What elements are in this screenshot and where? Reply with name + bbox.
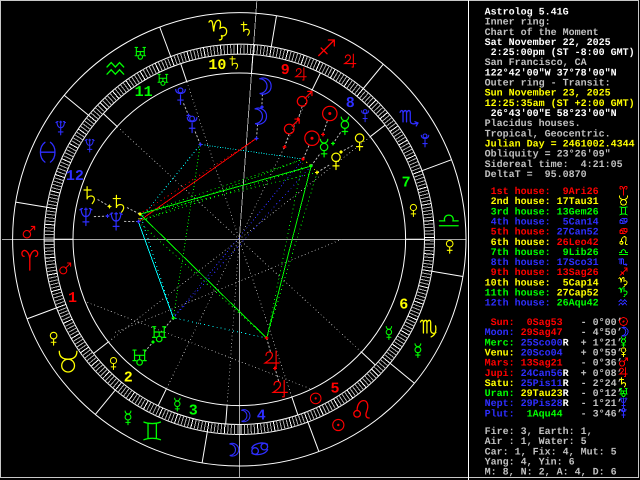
svg-text:+ 0°59’: + 0°59’ xyxy=(581,347,623,359)
svg-text:9th house:: 9th house: xyxy=(485,267,551,279)
svg-text:5: 5 xyxy=(330,381,339,398)
svg-text:6: 6 xyxy=(399,297,408,314)
svg-text:8: 8 xyxy=(346,95,355,112)
svg-text:Chart of the Moment: Chart of the Moment xyxy=(485,27,599,39)
svg-text:4: 4 xyxy=(257,407,266,424)
svg-text:R: R xyxy=(563,399,569,410)
svg-text:12th house:: 12th house: xyxy=(485,298,551,310)
svg-text:- 4°50’: - 4°50’ xyxy=(581,327,623,339)
svg-text:9Ari26: 9Ari26 xyxy=(557,186,599,198)
svg-text:26°43'00"E 58°23'00"N: 26°43'00"E 58°23'00"N xyxy=(485,108,617,120)
svg-text:M: 8, N: 2, A: 4, D: 6: M: 8, N: 2, A: 4, D: 6 xyxy=(485,468,617,479)
svg-text:Plut:: Plut: xyxy=(485,408,515,420)
svg-text:3: 3 xyxy=(189,403,198,420)
svg-text:Sun November 23, 2025: Sun November 23, 2025 xyxy=(485,88,611,100)
svg-text:12: 12 xyxy=(66,168,84,185)
svg-text:- 3°46’: - 3°46’ xyxy=(581,408,623,420)
svg-text:11: 11 xyxy=(135,84,153,101)
svg-text:DeltaT = 95.0870: DeltaT = 95.0870 xyxy=(485,169,587,181)
svg-text:Air : 1, Water: 5: Air : 1, Water: 5 xyxy=(485,436,587,448)
svg-text:San Francisco, CA: San Francisco, CA xyxy=(485,57,587,69)
svg-text:29Pis28: 29Pis28 xyxy=(521,398,563,410)
svg-text:7: 7 xyxy=(402,175,411,192)
svg-text:4th house:: 4th house: xyxy=(485,216,551,228)
svg-text:25Pis11: 25Pis11 xyxy=(521,378,563,390)
svg-text:- 2°24’: - 2°24’ xyxy=(581,378,623,390)
svg-text:2: 2 xyxy=(124,370,133,387)
svg-text:- 0°36’: - 0°36’ xyxy=(581,358,623,370)
svg-text:Obliquity = 23°26'09": Obliquity = 23°26'09" xyxy=(485,149,611,161)
svg-text:9Lib26: 9Lib26 xyxy=(557,247,599,259)
svg-text:10: 10 xyxy=(208,57,226,74)
svg-text:1: 1 xyxy=(68,290,77,307)
svg-text:Outer ring - Transit:: Outer ring - Transit: xyxy=(485,78,611,90)
svg-text:26Aqu42: 26Aqu42 xyxy=(557,299,599,310)
svg-text:Yang: 4, Yin: 6: Yang: 4, Yin: 6 xyxy=(485,456,575,468)
svg-text:R: R xyxy=(563,338,569,349)
svg-text:1Aqu44: 1Aqu44 xyxy=(521,409,563,420)
svg-text:1st house:: 1st house: xyxy=(485,186,551,198)
svg-text:9: 9 xyxy=(281,62,290,79)
svg-text:7th house:: 7th house: xyxy=(485,247,551,259)
svg-text:Inner ring:: Inner ring: xyxy=(485,17,551,29)
svg-text:- 1°21’: - 1°21’ xyxy=(581,398,623,410)
svg-text:Tropical, Geocentric.: Tropical, Geocentric. xyxy=(485,128,611,140)
svg-text:5th house:: 5th house: xyxy=(485,227,551,239)
